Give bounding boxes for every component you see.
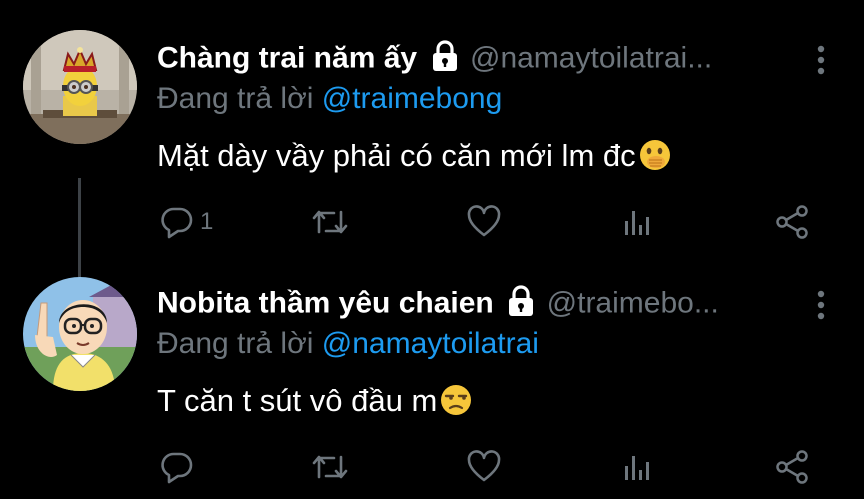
tweet-header: Chàng trai năm ấy @namaytoilatrai... — [157, 40, 824, 84]
reply-button[interactable]: 1 — [160, 202, 213, 242]
face-with-hand-over-mouth-icon — [638, 138, 672, 180]
analytics-button[interactable] — [622, 202, 652, 242]
reply-icon — [160, 205, 194, 239]
like-icon — [466, 205, 502, 239]
avatar[interactable] — [23, 277, 137, 391]
share-icon — [774, 204, 810, 240]
like-button[interactable] — [466, 202, 502, 242]
reply-prefix: Đang trả lời — [157, 327, 314, 360]
tweet-actions — [0, 447, 864, 491]
share-button[interactable] — [774, 447, 810, 487]
author-name[interactable]: Chàng trai năm ấy — [157, 42, 417, 75]
tweet[interactable]: Chàng trai năm ấy @namaytoilatrai... Đan… — [0, 30, 864, 300]
avatar[interactable] — [23, 30, 137, 144]
tweet-header: Nobita thầm yêu chaien @traimebo... — [157, 285, 824, 329]
unamused-face-icon — [439, 383, 473, 425]
tweet-actions: 1 — [0, 202, 864, 246]
retweet-button[interactable] — [310, 447, 350, 487]
tweet-text-content: T căn t sút vô đầu m — [157, 383, 438, 418]
lock-icon — [430, 40, 460, 77]
replying-to: Đang trả lời @traimebong — [157, 82, 502, 116]
analytics-icon — [622, 205, 652, 239]
tweet-text: T căn t sút vô đầu m — [157, 383, 473, 425]
reply-mention-link[interactable]: @namaytoilatrai — [322, 327, 539, 360]
author-handle[interactable]: @namaytoilatrai... — [470, 42, 712, 75]
analytics-button[interactable] — [622, 447, 652, 487]
share-icon — [774, 449, 810, 485]
reply-mention-link[interactable]: @traimebong — [322, 82, 503, 115]
nobita-avatar — [23, 277, 137, 391]
reply-icon — [160, 450, 194, 484]
replying-to: Đang trả lời @namaytoilatrai — [157, 327, 539, 361]
minion-king-avatar — [23, 30, 137, 144]
like-icon — [466, 450, 502, 484]
retweet-icon — [310, 205, 350, 239]
more-icon[interactable] — [816, 44, 826, 80]
reply-prefix: Đang trả lời — [157, 82, 314, 115]
more-icon[interactable] — [816, 289, 826, 325]
tweet-text-content: Mặt dày vầy phải có căn mới lm đc — [157, 138, 636, 173]
retweet-icon — [310, 450, 350, 484]
reply-button[interactable] — [160, 447, 200, 487]
lock-icon — [506, 285, 536, 322]
retweet-button[interactable] — [310, 202, 350, 242]
author-handle[interactable]: @traimebo... — [547, 287, 719, 320]
tweet[interactable]: Nobita thầm yêu chaien @traimebo... Đang… — [0, 275, 864, 499]
reply-count: 1 — [200, 208, 214, 235]
like-button[interactable] — [466, 447, 502, 487]
author-name[interactable]: Nobita thầm yêu chaien — [157, 287, 494, 320]
tweet-text: Mặt dày vầy phải có căn mới lm đc — [157, 138, 672, 180]
share-button[interactable] — [774, 202, 810, 242]
analytics-icon — [622, 450, 652, 484]
